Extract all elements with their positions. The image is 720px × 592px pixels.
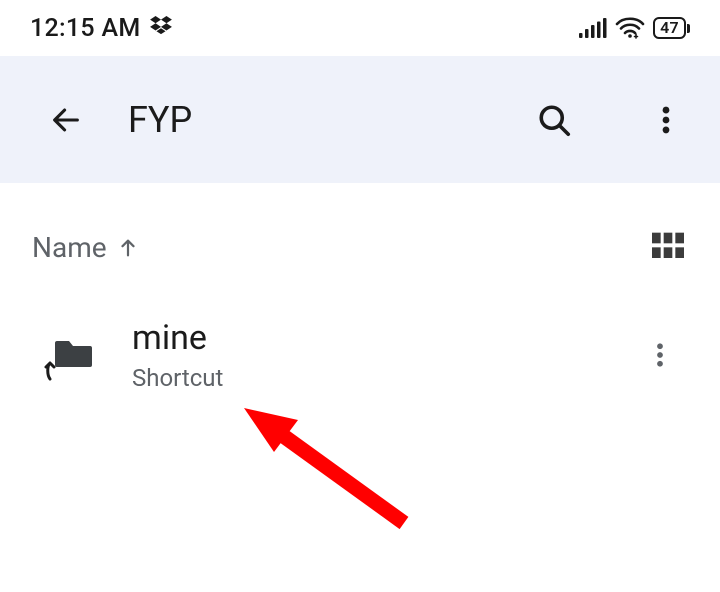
sort-row: Name: [0, 183, 720, 264]
battery-percent: 47: [660, 20, 679, 36]
item-more-button[interactable]: [636, 331, 684, 379]
page-title: FYP: [128, 99, 492, 141]
back-button[interactable]: [42, 96, 90, 144]
search-icon: [536, 102, 572, 138]
arrow-up-icon: [117, 237, 139, 259]
item-subtitle: Shortcut: [132, 364, 602, 392]
view-toggle-button[interactable]: [652, 232, 684, 264]
annotation-arrow: [244, 408, 414, 538]
app-bar: FYP: [0, 56, 720, 183]
status-right: 47: [579, 17, 690, 39]
arrow-left-icon: [49, 103, 83, 137]
item-text: mine Shortcut: [132, 318, 602, 392]
status-time: 12:15 AM: [30, 14, 140, 43]
file-list: mine Shortcut: [0, 264, 720, 392]
sort-button[interactable]: Name: [32, 231, 139, 264]
sort-label: Name: [32, 231, 107, 264]
wifi-icon: [615, 17, 645, 39]
more-button[interactable]: [642, 96, 690, 144]
battery-icon: 47: [653, 17, 690, 39]
status-left: 12:15 AM: [30, 14, 172, 43]
status-bar: 12:15 AM 47: [0, 0, 720, 56]
item-title: mine: [132, 318, 602, 358]
grid-view-icon: [652, 232, 684, 260]
list-item[interactable]: mine Shortcut: [42, 318, 684, 392]
cellular-signal-icon: [579, 18, 607, 38]
more-vert-icon: [645, 340, 675, 370]
search-button[interactable]: [530, 96, 578, 144]
folder-shortcut-icon: [42, 327, 98, 383]
more-vert-icon: [649, 103, 683, 137]
dropbox-icon: [150, 14, 172, 43]
